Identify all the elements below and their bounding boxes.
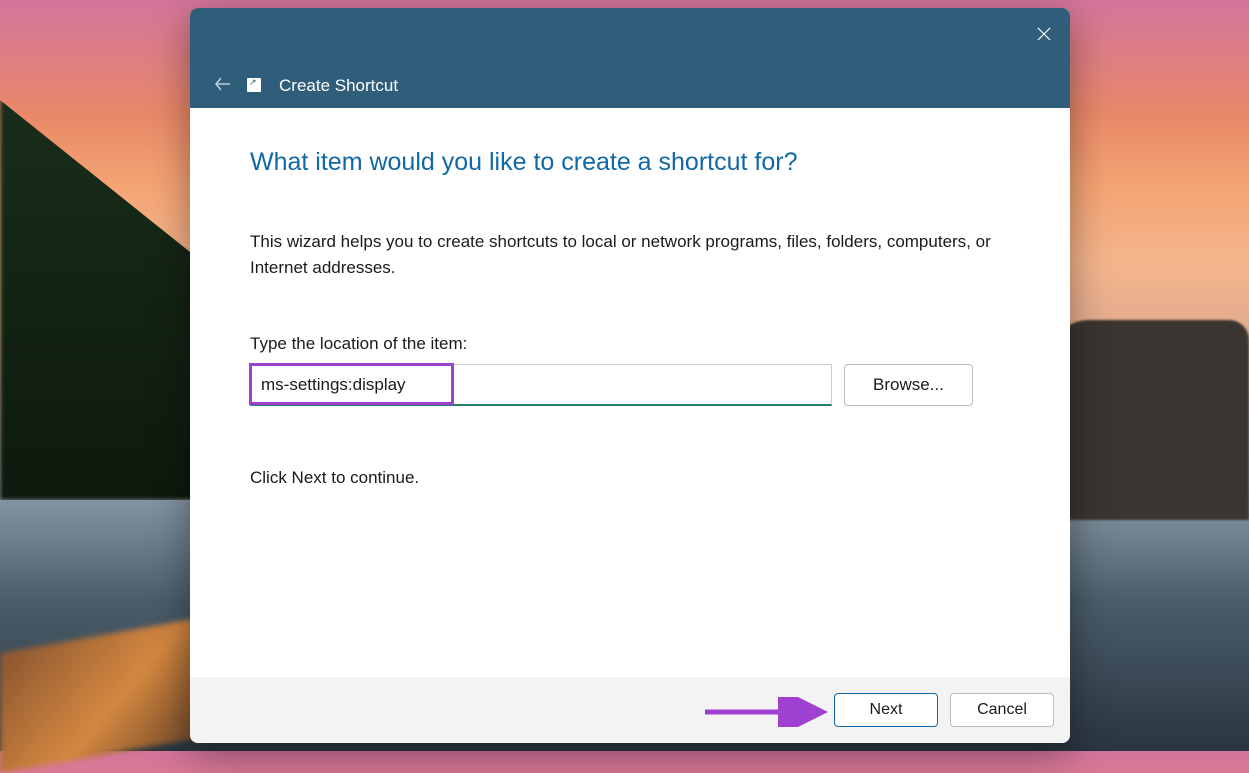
input-row: Browse... bbox=[250, 364, 1010, 406]
back-arrow-icon bbox=[214, 75, 232, 93]
dialog-title: Create Shortcut bbox=[279, 76, 398, 96]
dialog-footer: Next Cancel bbox=[190, 677, 1070, 743]
shortcut-icon bbox=[247, 78, 261, 92]
dialog-titlebar: Create Shortcut bbox=[190, 8, 1070, 108]
close-button[interactable] bbox=[1026, 16, 1062, 52]
page-heading: What item would you like to create a sho… bbox=[250, 148, 1010, 177]
annotation-arrow-icon bbox=[700, 697, 840, 727]
back-button[interactable] bbox=[205, 66, 241, 102]
dialog-content: What item would you like to create a sho… bbox=[190, 108, 1070, 677]
location-label: Type the location of the item: bbox=[250, 334, 1010, 354]
background-trees bbox=[0, 100, 200, 500]
input-wrapper bbox=[250, 364, 832, 406]
create-shortcut-dialog: Create Shortcut What item would you like… bbox=[190, 8, 1070, 743]
continue-instruction: Click Next to continue. bbox=[250, 468, 1010, 488]
next-button[interactable]: Next bbox=[834, 693, 938, 727]
close-icon bbox=[1037, 27, 1051, 41]
wizard-description: This wizard helps you to create shortcut… bbox=[250, 229, 1010, 280]
location-input[interactable] bbox=[250, 364, 832, 406]
background-rocks bbox=[1049, 320, 1249, 520]
browse-button[interactable]: Browse... bbox=[844, 364, 973, 406]
cancel-button[interactable]: Cancel bbox=[950, 693, 1054, 727]
